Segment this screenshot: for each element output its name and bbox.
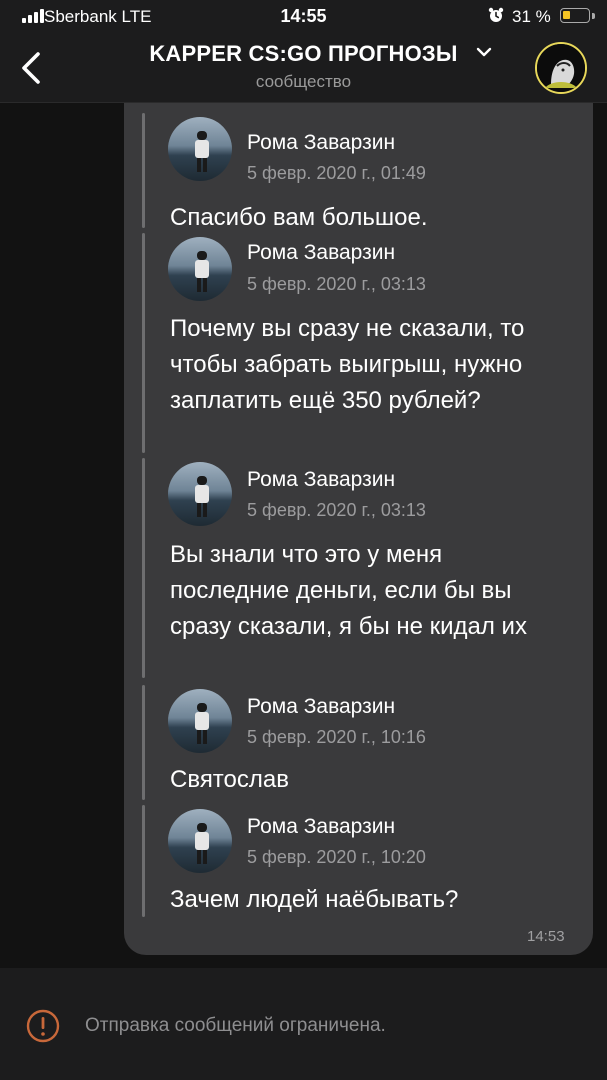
input-restricted-bar: Отправка сообщений ограничена. <box>0 968 607 1080</box>
chat-header: KAPPER CS:GO ПРОГНОЗЫ сообщество <box>0 34 607 103</box>
avatar[interactable] <box>168 117 232 181</box>
forward-bar <box>142 685 145 800</box>
avatar[interactable] <box>168 689 232 753</box>
forward-bar <box>142 458 145 678</box>
avatar[interactable] <box>168 809 232 873</box>
author-name[interactable]: Рома Заварзин <box>247 468 395 492</box>
battery-tip <box>592 13 595 19</box>
avatar[interactable] <box>168 462 232 526</box>
community-subtitle: сообщество <box>255 72 352 91</box>
message-text: Зачем людей наёбывать? <box>170 886 459 913</box>
forward-bar <box>142 805 145 917</box>
author-name[interactable]: Рома Заварзин <box>247 695 395 719</box>
message-text: Вы знали что это у меня последние деньги… <box>170 541 527 640</box>
message-text: Спасибо вам большое. <box>170 204 428 231</box>
chat-area[interactable]: Рома Заварзин 5 февр. 2020 г., 01:49 Спа… <box>0 103 607 968</box>
battery-level-fill <box>563 11 570 19</box>
avatar[interactable] <box>168 237 232 301</box>
message-date: 5 февр. 2020 г., 03:13 <box>247 500 426 520</box>
community-title[interactable]: KAPPER CS:GO ПРОГНОЗЫ <box>0 41 607 67</box>
author-name[interactable]: Рома Заварзин <box>247 241 395 265</box>
author-name[interactable]: Рома Заварзин <box>247 131 395 155</box>
message-text: Почему вы сразу не сказали, то чтобы заб… <box>170 315 525 414</box>
author-name[interactable]: Рома Заварзин <box>247 815 395 839</box>
community-avatar[interactable] <box>535 42 587 94</box>
message-date: 5 февр. 2020 г., 01:49 <box>247 163 426 183</box>
warning-icon <box>26 1009 60 1043</box>
forwarded-message[interactable]: Рома Заварзин 5 февр. 2020 г., 01:49 Спа… <box>142 113 582 231</box>
forward-bar <box>142 233 145 453</box>
battery-percent: 31 % <box>512 7 551 26</box>
message-date: 5 февр. 2020 г., 10:20 <box>247 847 426 867</box>
status-bar: Sberbank LTE 14:55 31 % <box>0 0 607 34</box>
forwarded-message[interactable]: Рома Заварзин 5 февр. 2020 г., 10:16 Свя… <box>142 685 582 800</box>
chevron-down-icon[interactable] <box>476 46 492 58</box>
forwarded-message[interactable]: Рома Заварзин 5 февр. 2020 г., 03:13 Вы … <box>142 458 582 678</box>
forward-bar <box>142 113 145 228</box>
battery-icon <box>560 8 590 23</box>
alarm-icon <box>488 7 504 22</box>
message-date: 5 февр. 2020 г., 10:16 <box>247 727 426 747</box>
message-time: 14:53 <box>527 928 565 945</box>
message-date: 5 февр. 2020 г., 03:13 <box>247 274 426 294</box>
restriction-notice: Отправка сообщений ограничена. <box>85 1015 386 1036</box>
message-text: Святослав <box>170 766 289 793</box>
forwarded-message[interactable]: Рома Заварзин 5 февр. 2020 г., 03:13 Поч… <box>142 233 582 453</box>
forwarded-message[interactable]: Рома Заварзин 5 февр. 2020 г., 10:20 Зач… <box>142 805 582 917</box>
